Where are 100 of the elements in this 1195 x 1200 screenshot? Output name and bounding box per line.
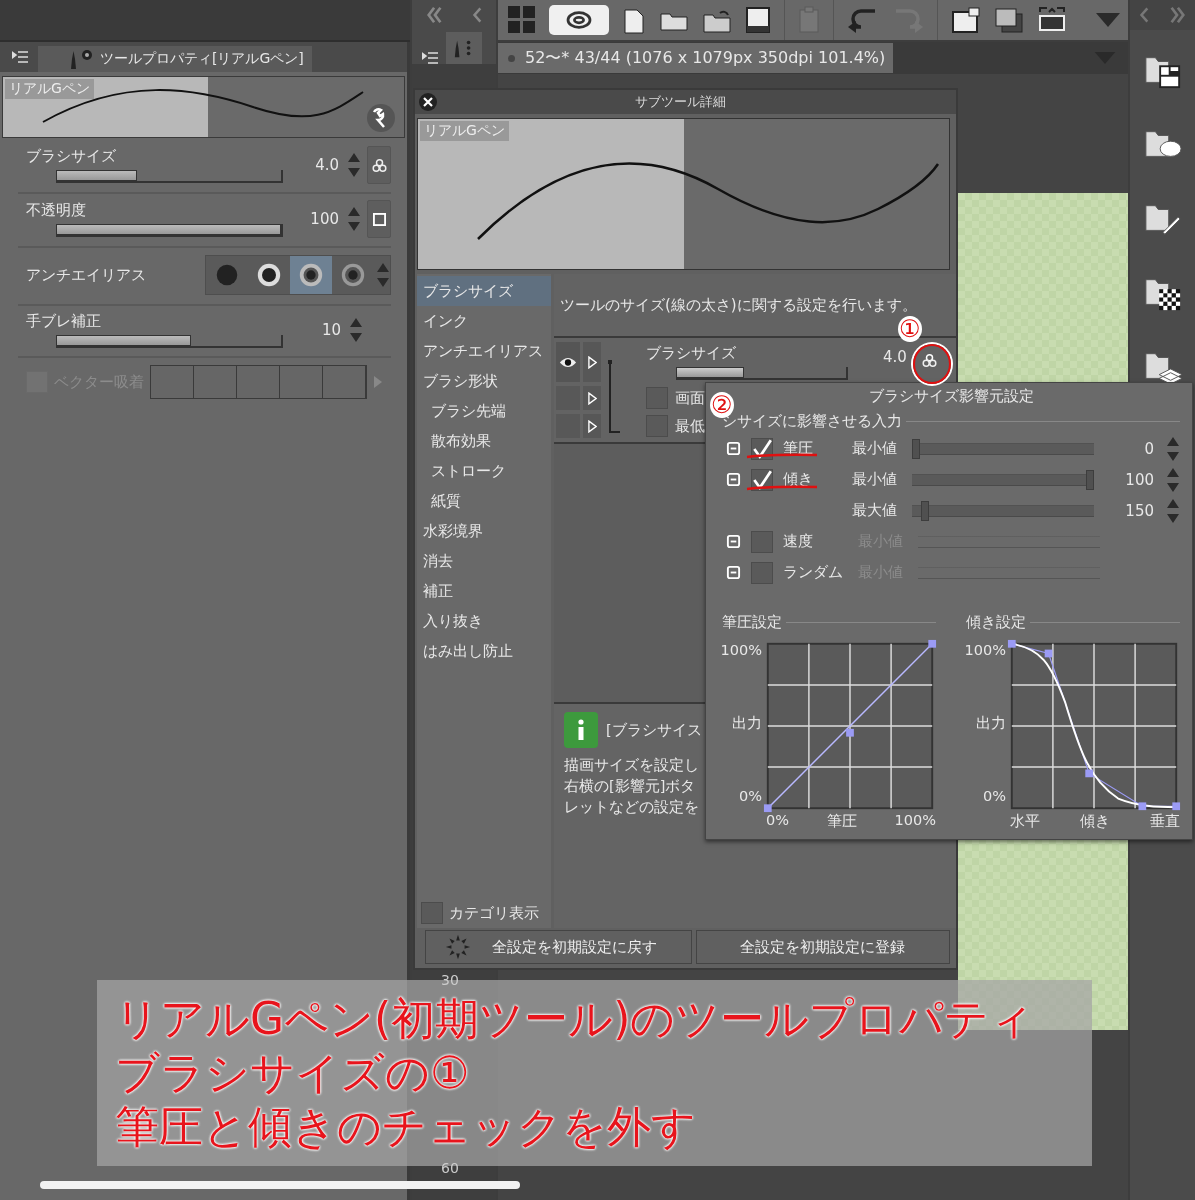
category-item[interactable]: ブラシ先端 bbox=[417, 396, 551, 426]
wrench-icon[interactable] bbox=[366, 103, 396, 133]
brush-size-tab[interactable] bbox=[446, 32, 482, 64]
property-label: 不透明度 bbox=[26, 201, 87, 220]
property-label: ブラシサイズ bbox=[26, 147, 117, 166]
preview-label: リアルGペン bbox=[5, 79, 94, 99]
category-item[interactable]: インク bbox=[417, 306, 551, 336]
chevron-left-icon[interactable] bbox=[472, 6, 482, 24]
spinner-icon[interactable] bbox=[1166, 497, 1180, 524]
slider-thumb[interactable] bbox=[912, 438, 920, 459]
spinner-icon[interactable] bbox=[1166, 466, 1180, 493]
checkmark-icon bbox=[751, 468, 773, 491]
square-button[interactable] bbox=[367, 200, 391, 238]
checkbox[interactable] bbox=[421, 902, 443, 924]
property-value: 10 bbox=[321, 321, 341, 339]
slider-thumb[interactable] bbox=[1086, 469, 1094, 490]
circle-icon bbox=[297, 261, 325, 289]
new-file-icon[interactable] bbox=[622, 6, 646, 34]
input-label: 筆圧 bbox=[783, 439, 813, 458]
dropdown-arrow-icon[interactable] bbox=[1096, 13, 1120, 27]
setting-label: 最低 bbox=[675, 416, 705, 436]
axis-label: 100% bbox=[964, 642, 1006, 658]
parameter-label: 最小値 bbox=[852, 470, 898, 489]
expand-button[interactable] bbox=[583, 386, 601, 410]
category-item[interactable]: ブラシサイズ bbox=[417, 276, 551, 306]
circle-icon bbox=[339, 261, 367, 289]
panel-title: ツールプロパティ[リアルGペン] bbox=[100, 50, 304, 68]
spinner-icon[interactable] bbox=[376, 262, 390, 288]
spinner-icon[interactable] bbox=[1166, 435, 1180, 462]
slider-track[interactable] bbox=[676, 367, 848, 380]
caption-line: リアルGペン(初期ツール)のツールプロパティ bbox=[115, 993, 1036, 1045]
category-item[interactable]: 消去 bbox=[417, 546, 551, 576]
spinner-icon[interactable] bbox=[347, 206, 361, 232]
graph-title: 筆圧設定 bbox=[722, 612, 782, 632]
category-item[interactable]: 散布効果 bbox=[417, 426, 551, 456]
checkmark-icon bbox=[751, 437, 773, 460]
panel-tab[interactable]: ツールプロパティ[リアルGペン] bbox=[38, 46, 312, 72]
category-item[interactable]: ストローク bbox=[417, 456, 551, 486]
category-item[interactable]: アンチエイリアス bbox=[417, 336, 551, 366]
checkbox[interactable] bbox=[751, 561, 773, 584]
eye-button[interactable] bbox=[556, 342, 580, 382]
document-tab[interactable]: 52〜* 43/44 (1076 x 1079px 350dpi 101.4%) bbox=[498, 43, 894, 73]
close-button[interactable] bbox=[419, 93, 437, 111]
parameter-label: 最小値 bbox=[852, 439, 898, 458]
spinner-icon[interactable] bbox=[349, 317, 363, 343]
category-item[interactable]: 水彩境界 bbox=[417, 516, 551, 546]
register-button[interactable]: 全設定を初期設定に登録 bbox=[695, 930, 950, 964]
axis-label: 出力 bbox=[732, 713, 762, 733]
input-label: ランダム bbox=[783, 563, 843, 582]
eye-icon bbox=[559, 355, 577, 369]
swirl-icon bbox=[564, 9, 594, 31]
checkbox[interactable] bbox=[751, 530, 773, 553]
category-item[interactable]: ブラシ形状 bbox=[417, 366, 551, 396]
info-icon bbox=[564, 712, 598, 748]
category-item[interactable]: はみ出し防止 bbox=[417, 636, 551, 666]
parameter-label: 最大値 bbox=[852, 501, 898, 520]
reset-button[interactable]: 全設定を初期設定に戻す bbox=[425, 930, 692, 964]
close-icon bbox=[423, 97, 433, 107]
expand-button[interactable] bbox=[583, 414, 601, 438]
windows-icon[interactable] bbox=[994, 6, 1024, 34]
clipboard-icon[interactable] bbox=[798, 6, 820, 34]
category-description: ツールのサイズ(線の太さ)に関する設定を行います。 bbox=[560, 295, 917, 315]
pen-gear-icon bbox=[68, 47, 94, 71]
category-item[interactable]: 紙質 bbox=[417, 486, 551, 516]
right-arrow-icon[interactable] bbox=[373, 375, 383, 389]
slider-thumb[interactable] bbox=[920, 500, 929, 521]
grid-icon[interactable] bbox=[508, 6, 536, 34]
axis-label: 0% bbox=[983, 788, 1006, 804]
frame-icon[interactable] bbox=[1037, 6, 1067, 34]
category-item[interactable]: 補正 bbox=[417, 576, 551, 606]
input-label: 速度 bbox=[783, 532, 813, 551]
expand-button[interactable] bbox=[583, 342, 601, 382]
spinner-dots-icon bbox=[444, 933, 472, 961]
setting-value: 4.0 bbox=[883, 348, 907, 366]
panel-menu-icon[interactable] bbox=[12, 51, 28, 63]
caption-line: 筆圧と傾きのチェックを外す bbox=[115, 1101, 697, 1153]
save-icon[interactable] bbox=[745, 6, 771, 34]
panel-menu-icon[interactable] bbox=[422, 52, 438, 64]
chevron-left-icon[interactable] bbox=[1139, 6, 1150, 24]
spinner-icon[interactable] bbox=[347, 152, 361, 178]
help-text-line: 描画サイズを設定し bbox=[564, 756, 700, 775]
antialias-selector[interactable] bbox=[205, 255, 391, 295]
property-value: 100 bbox=[310, 210, 339, 228]
swirl-button[interactable] bbox=[549, 5, 609, 35]
preview-label: リアルGペン bbox=[420, 121, 509, 141]
category-item[interactable]: 入り抜き bbox=[417, 606, 551, 636]
axis-label: 0% bbox=[766, 812, 789, 830]
antialias-option[interactable] bbox=[290, 256, 332, 294]
slider-track[interactable] bbox=[56, 170, 283, 183]
influence-button[interactable] bbox=[367, 146, 391, 184]
brush-size-preset[interactable]: 60 bbox=[441, 1160, 459, 1176]
caption-line: ブラシサイズの① bbox=[115, 1047, 471, 1099]
popup-title: ブラシサイズ影響元設定 bbox=[868, 388, 1034, 404]
checkbox-label: カテゴリ表示 bbox=[449, 903, 539, 923]
graph-title: 傾き設定 bbox=[966, 612, 1026, 632]
curve-editor[interactable] bbox=[762, 638, 938, 814]
slider-track[interactable] bbox=[56, 335, 283, 348]
window-icon[interactable] bbox=[951, 6, 981, 34]
double-chevron-left-icon[interactable] bbox=[426, 6, 444, 24]
circle-icon bbox=[255, 261, 283, 289]
